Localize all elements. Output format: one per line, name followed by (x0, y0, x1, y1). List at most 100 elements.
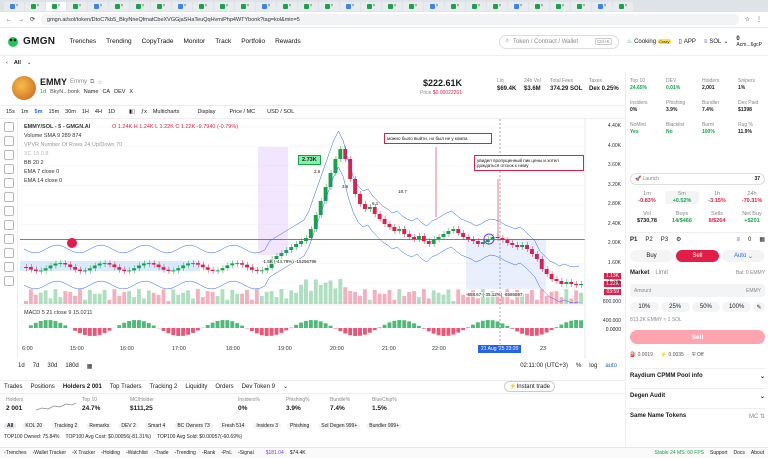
browser-tab[interactable]: × (592, 1, 612, 11)
pct-100-button[interactable]: 100% (722, 302, 751, 312)
auto-tab[interactable]: Auto ⌄ (722, 250, 765, 262)
browser-tab[interactable]: × (109, 1, 129, 11)
close-icon[interactable]: × (163, 3, 166, 9)
holder-filter-tag[interactable]: All (4, 422, 17, 429)
holder-filter-tag[interactable]: Sol Degen 999+ (318, 422, 361, 429)
sell-tab[interactable]: Sell (676, 250, 719, 262)
browser-tab[interactable]: × (424, 1, 444, 11)
browser-tab[interactable]: × (613, 1, 633, 11)
close-icon[interactable]: × (520, 3, 523, 9)
browser-tab[interactable]: × (193, 1, 213, 11)
close-icon[interactable]: × (415, 3, 418, 9)
tab-orders[interactable]: Orders (215, 384, 233, 390)
close-icon[interactable]: × (436, 3, 439, 9)
close-icon[interactable]: × (79, 3, 82, 9)
browser-tab[interactable]: × (277, 1, 297, 11)
close-icon[interactable]: × (205, 3, 208, 9)
browser-tab[interactable]: × (319, 1, 339, 11)
holder-filter-tag[interactable]: Tracking 2 (51, 422, 81, 429)
candle-type-icon[interactable]: ▮▯ (129, 109, 135, 115)
indicators-icon[interactable]: ƒx (141, 109, 147, 115)
degen-audit-accordion[interactable]: Degen Audit ⌄ (630, 388, 765, 400)
nav-copytrade[interactable]: CopyTrade (142, 38, 174, 45)
link-dev[interactable]: DEV (114, 89, 125, 95)
app-button[interactable]: ▯ APP (679, 38, 696, 46)
gmgn-logo[interactable]: GMGN (6, 36, 55, 48)
edit-icon[interactable]: ✎ (753, 302, 765, 312)
tf-4h[interactable]: 4H (95, 109, 102, 115)
holder-filter-tag[interactable]: KOL 20 (22, 422, 46, 429)
chevron-down-icon[interactable]: ⌄ (27, 60, 32, 66)
indicator-bb[interactable]: BB 20 2 (24, 159, 122, 168)
tf-1m[interactable]: 1m (21, 109, 29, 115)
close-icon[interactable]: × (604, 3, 607, 9)
close-icon[interactable]: × (562, 3, 565, 9)
browser-tab[interactable]: × (46, 1, 66, 11)
close-icon[interactable]: × (37, 3, 40, 9)
close-icon[interactable]: × (583, 3, 586, 9)
browser-tab[interactable]: × (445, 1, 465, 11)
footer-link[interactable]: ▪Trenches (4, 450, 26, 456)
note-annotation-2[interactable]: увидел пропущенный пик цены и хотел дожд… (474, 155, 584, 171)
footer-link[interactable]: ▪Wallet Tracker (32, 450, 66, 456)
dev-marker-icon[interactable] (67, 238, 77, 248)
tab-top-traders[interactable]: Top Traders (110, 384, 142, 390)
cooking-button[interactable]: ♨ Cooking Crazy (627, 38, 671, 45)
tf-1h[interactable]: 1H (82, 109, 89, 115)
close-icon[interactable]: × (394, 3, 397, 9)
holder-filter-tag[interactable]: Bundler 999+ (366, 422, 403, 429)
tab-holders[interactable]: Holders 2 001 (63, 384, 102, 390)
close-icon[interactable]: × (310, 3, 313, 9)
token-creator[interactable]: BkyN...bonk (50, 89, 80, 95)
address-bar[interactable]: gmgn.ai/sol/token/DtoC7kb5_BkyNneQfmatCb… (41, 14, 739, 25)
grid-icon[interactable]: ▦ (759, 236, 765, 243)
close-icon[interactable]: × (541, 3, 544, 9)
footer-link[interactable]: ▪Trade (154, 450, 169, 456)
tab-liquidity[interactable]: Liquidity (185, 384, 207, 390)
pct-10-button[interactable]: 10% (630, 302, 659, 312)
tab-tracking[interactable]: Tracking 2 (150, 384, 178, 390)
chain-select[interactable]: ≡ SOL ⌄ (704, 38, 729, 46)
nav-portfolio[interactable]: Portfolio (241, 38, 265, 45)
note-annotation-1[interactable]: можно было выйти, но был не у компа (384, 133, 492, 144)
auto-toggle[interactable]: auto (605, 363, 617, 369)
preset-p1[interactable]: P1 (630, 237, 637, 243)
nav-monitor[interactable]: Monitor (184, 38, 206, 45)
tab-dev-token[interactable]: Dev Token 9 (242, 384, 275, 390)
close-icon[interactable]: × (331, 3, 334, 9)
display-button[interactable]: Display (197, 109, 215, 115)
close-icon[interactable]: × (247, 3, 250, 9)
close-icon[interactable]: × (226, 3, 229, 9)
close-icon[interactable]: × (142, 3, 145, 9)
browser-tab[interactable]: × (4, 1, 24, 11)
close-icon[interactable]: × (184, 3, 187, 9)
holder-filter-tag[interactable]: Smart 4 (144, 422, 169, 429)
timeframe-change[interactable]: 1h -3.15% (700, 191, 734, 204)
footer-link[interactable]: ▪PnL (221, 450, 232, 456)
copy-icon[interactable]: ⧉ (90, 79, 94, 86)
indicator-ema7[interactable]: EMA 7 close 0 (24, 168, 122, 177)
preset-p2[interactable]: P2 (645, 237, 652, 243)
indicator-xc[interactable]: XC 15 0.8 (24, 150, 122, 159)
usd-sol-toggle[interactable]: USD / SOL (267, 109, 294, 115)
multicharts-button[interactable]: Multicharts (153, 109, 180, 115)
launch-row[interactable]: 🚀 Launch 37 (630, 173, 765, 185)
holder-filter-tag[interactable]: Remarks (86, 422, 113, 429)
browser-tab[interactable]: × (340, 1, 360, 11)
close-icon[interactable]: × (268, 3, 271, 9)
link-ca[interactable]: CA (102, 89, 110, 95)
tab-positions[interactable]: Positions (30, 384, 54, 390)
timeframe-change[interactable]: 24h -70.31% (735, 191, 768, 204)
browser-tab[interactable]: × (403, 1, 423, 11)
footer-link[interactable]: ▪X Tracker (72, 450, 95, 456)
tf-30m[interactable]: 30m (65, 109, 76, 115)
tf-1d[interactable]: 1D (108, 109, 115, 115)
tf-5m[interactable]: 5m (35, 109, 43, 115)
close-icon[interactable]: × (58, 3, 61, 9)
browser-tab[interactable]: × (487, 1, 507, 11)
close-icon[interactable]: × (478, 3, 481, 9)
star-icon[interactable]: ☆ (745, 16, 750, 23)
same-name-accordion[interactable]: Same Name Tokens MC ⇅ (630, 408, 765, 420)
gear-icon[interactable]: ⚙ (676, 236, 681, 243)
tab-trades[interactable]: Trades (4, 384, 22, 390)
